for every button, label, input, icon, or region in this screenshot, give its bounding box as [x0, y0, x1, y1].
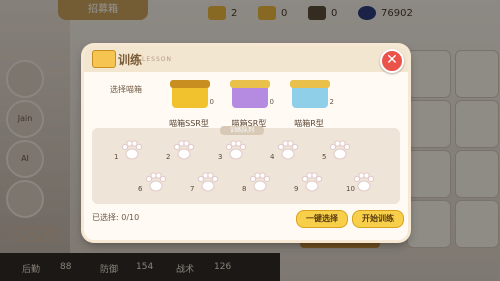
dialog-header: 训练 LESSON	[84, 46, 408, 72]
training-slot[interactable]: 5	[322, 138, 352, 162]
box-icon	[92, 50, 116, 68]
training-slot[interactable]: 8	[242, 170, 272, 194]
slot-number: 4	[270, 153, 275, 161]
dialog-title: 训练	[118, 53, 143, 67]
paw-icon	[249, 172, 271, 192]
training-slot[interactable]: 9	[294, 170, 324, 194]
slot-number: 5	[322, 153, 327, 161]
training-dialog: 训练 LESSON ✕ 选择喵箱 0 喵箱SSR型 0 喵箱SR型 2 喵箱R型…	[84, 46, 408, 240]
slot-number: 6	[138, 185, 143, 193]
dialog-subtitle: LESSON	[142, 56, 172, 63]
box-ssr[interactable]: 0 喵箱SSR型	[164, 76, 214, 136]
slot-number: 3	[218, 153, 223, 161]
slot-number: 10	[346, 185, 355, 193]
training-slot[interactable]: 1	[114, 138, 144, 162]
slot-area-tag: 训练队列	[220, 126, 264, 135]
paw-icon	[121, 140, 143, 160]
paw-icon	[301, 172, 323, 192]
box-count: 0	[269, 98, 274, 106]
paw-icon	[353, 172, 375, 192]
selected-count: 已选择: 0/10	[92, 213, 140, 222]
paw-icon	[145, 172, 167, 192]
training-slot[interactable]: 7	[190, 170, 220, 194]
start-training-button[interactable]: 开始训练	[352, 210, 404, 228]
box-lid	[170, 80, 210, 88]
box-count: 2	[329, 98, 334, 106]
paw-icon	[225, 140, 247, 160]
paw-icon	[329, 140, 351, 160]
slot-number: 7	[190, 185, 195, 193]
box-lid	[290, 80, 330, 88]
training-slot[interactable]: 4	[270, 138, 300, 162]
training-slot[interactable]: 10	[346, 170, 376, 194]
close-icon[interactable]: ✕	[380, 49, 404, 73]
slot-number: 8	[242, 185, 247, 193]
box-count: 0	[209, 98, 214, 106]
paw-icon	[197, 172, 219, 192]
training-slot[interactable]: 3	[218, 138, 248, 162]
pick-box-label: 选择喵箱	[110, 85, 142, 94]
paw-icon	[173, 140, 195, 160]
training-slot[interactable]: 6	[138, 170, 168, 194]
slot-number: 2	[166, 153, 171, 161]
auto-select-button[interactable]: 一键选择	[296, 210, 348, 228]
slot-number: 9	[294, 185, 299, 193]
training-slot[interactable]: 2	[166, 138, 196, 162]
box-lid	[230, 80, 270, 88]
box-r[interactable]: 2 喵箱R型	[284, 76, 334, 136]
slot-number: 1	[114, 153, 119, 161]
paw-icon	[277, 140, 299, 160]
